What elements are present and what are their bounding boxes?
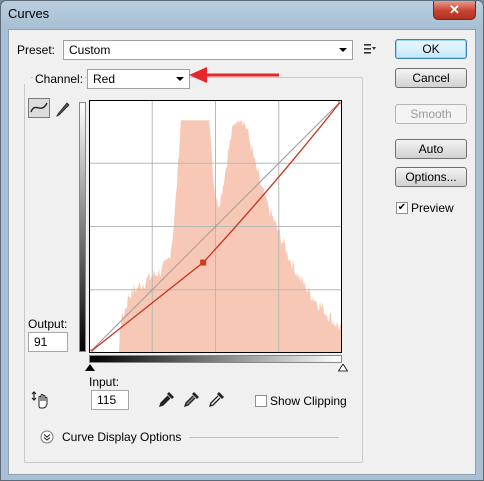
annotation-arrow bbox=[189, 67, 279, 83]
cancel-button[interactable]: Cancel bbox=[395, 68, 467, 88]
curves-dialog: Curves ✕ Preset: Custom OK Cancel Smooth… bbox=[0, 0, 484, 481]
black-point-slider-icon[interactable] bbox=[85, 364, 95, 372]
close-button[interactable]: ✕ bbox=[433, 1, 476, 20]
window-title: Curves bbox=[8, 6, 50, 21]
curve-control-point[interactable] bbox=[200, 259, 207, 266]
ok-button[interactable]: OK bbox=[395, 39, 467, 59]
curves-graph[interactable] bbox=[89, 100, 342, 353]
black-eyedropper-icon[interactable] bbox=[158, 390, 176, 408]
smooth-button[interactable]: Smooth bbox=[395, 104, 467, 124]
targeted-adjustment-hand-icon[interactable] bbox=[31, 390, 53, 410]
group-gap bbox=[23, 72, 31, 84]
white-point-slider-icon[interactable] bbox=[338, 364, 348, 372]
channel-label: Channel: bbox=[33, 72, 86, 86]
channel-value: Red bbox=[93, 72, 116, 86]
show-clipping-label: Show Clipping bbox=[270, 394, 347, 408]
channel-select[interactable]: Red bbox=[87, 69, 190, 89]
preview-checkbox[interactable]: ✔ bbox=[396, 202, 408, 214]
auto-button[interactable]: Auto bbox=[395, 139, 467, 159]
show-clipping-checkbox[interactable] bbox=[255, 395, 267, 407]
options-button[interactable]: Options... bbox=[395, 167, 467, 187]
output-label: Output: bbox=[28, 317, 68, 331]
expand-chevron-icon[interactable] bbox=[40, 430, 54, 444]
output-field[interactable]: 91 bbox=[28, 332, 68, 352]
white-eyedropper-icon[interactable] bbox=[208, 390, 226, 408]
dialog-client-area: Preset: Custom OK Cancel Smooth Auto Opt… bbox=[8, 29, 476, 475]
preset-label: Preset: bbox=[17, 43, 56, 57]
input-field[interactable]: 115 bbox=[91, 390, 129, 410]
preset-select[interactable]: Custom bbox=[63, 40, 353, 60]
chevron-down-icon bbox=[339, 48, 347, 52]
input-gradient-bar bbox=[89, 355, 342, 363]
curve-icon bbox=[30, 102, 48, 113]
pencil-icon[interactable] bbox=[54, 99, 72, 117]
input-label: Input: bbox=[89, 375, 120, 389]
preset-value: Custom bbox=[69, 43, 111, 57]
chevron-down-icon bbox=[176, 77, 184, 81]
preset-options-icon[interactable] bbox=[363, 43, 377, 55]
curve-edit-tool[interactable] bbox=[28, 98, 50, 118]
gray-eyedropper-icon[interactable] bbox=[183, 390, 201, 408]
curve-display-options-label[interactable]: Curve Display Options bbox=[62, 430, 181, 444]
title-bar[interactable]: Curves ✕ bbox=[1, 1, 483, 27]
preview-label: Preview bbox=[411, 201, 454, 215]
output-gradient-bar bbox=[79, 102, 86, 352]
divider bbox=[189, 437, 339, 438]
